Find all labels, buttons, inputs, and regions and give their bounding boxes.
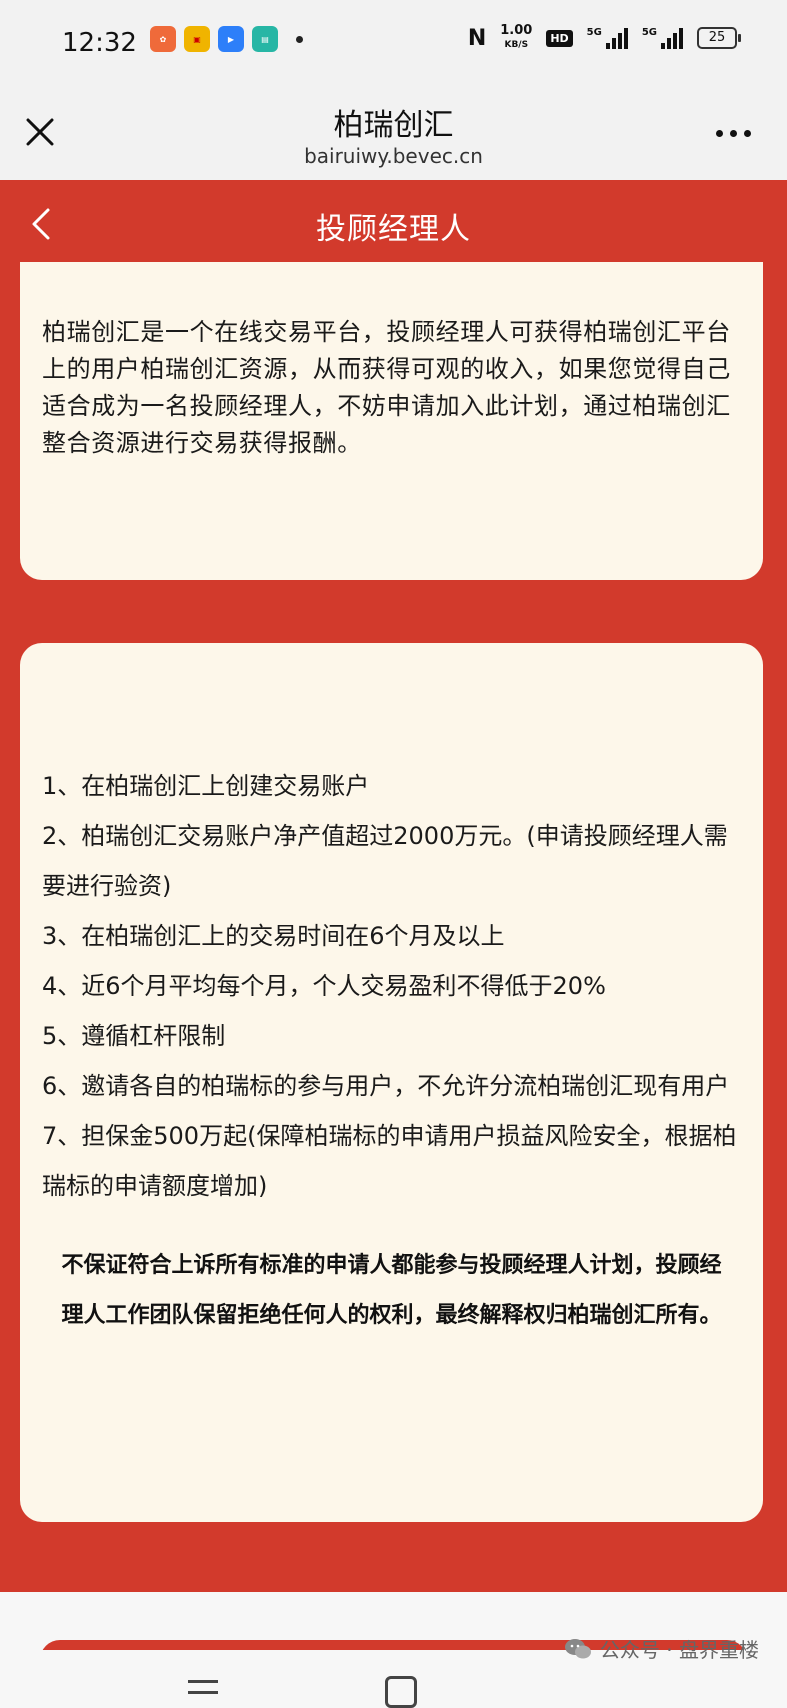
browser-page-title: 柏瑞创汇 [333, 108, 454, 143]
watermark-text: 公众号 · 盘界重楼 [599, 1638, 759, 1662]
nfc-icon: N [467, 25, 487, 51]
status-indicators: N 1.00 KB/S HD 5G 5G 25 [467, 24, 741, 52]
status-time: 12:32 [62, 28, 137, 58]
browser-url: bairuiwy.bevec.cn [304, 144, 483, 168]
signal-icon: 5G [642, 27, 683, 49]
network-speed: 1.00 KB/S [500, 24, 532, 52]
requirement-item: 2、柏瑞创汇交易账户净产值超过2000万元。(申请投顾经理人需要进行验资) [42, 822, 728, 900]
wechat-icon [564, 1638, 591, 1658]
battery-icon: 25 [697, 27, 741, 49]
requirements-card: 1、在柏瑞创汇上创建交易账户 2、柏瑞创汇交易账户净产值超过2000万元。(申请… [20, 643, 763, 1522]
requirement-item: 5、遵循杠杆限制 [42, 1022, 226, 1050]
page-header: 投顾经理人 [0, 180, 787, 270]
signal-icon: 5G [587, 27, 628, 49]
requirement-item: 7、担保金500万起(保障柏瑞标的申请用户损益风险安全，根据柏瑞标的申请额度增加… [42, 1122, 737, 1200]
signal-label: 5G [586, 27, 602, 38]
network-speed-value: 1.00 [500, 23, 533, 38]
requirement-item: 1、在柏瑞创汇上创建交易账户 [42, 772, 370, 800]
requirement-item: 4、近6个月平均每个月，个人交易盈利不得低于20% [42, 972, 606, 1000]
hd-voice-icon: HD [546, 29, 573, 47]
signal-label: 5G [641, 27, 657, 38]
more-icon[interactable] [716, 130, 751, 137]
app-notification-icon: ▶ [218, 26, 244, 52]
page-title: 投顾经理人 [316, 212, 471, 247]
watermark: 公众号 · 盘界重楼 [564, 1634, 759, 1663]
app-notification-icon: ▤ [252, 26, 278, 52]
disclaimer-text: 不保证符合上诉所有标准的申请人都能参与投顾经理人计划，投顾经理人工作团队保留拒绝… [61, 1253, 722, 1328]
intro-card: 柏瑞创汇是一个在线交易平台，投顾经理人可获得柏瑞创汇平台上的用户柏瑞创汇资源，从… [20, 262, 763, 580]
network-speed-unit: KB/S [504, 40, 529, 50]
requirement-item: 3、在柏瑞创汇上的交易时间在6个月及以上 [42, 922, 505, 950]
intro-text: 柏瑞创汇是一个在线交易平台，投顾经理人可获得柏瑞创汇平台上的用户柏瑞创汇资源，从… [42, 318, 731, 457]
app-notification-icon: ✿ [150, 26, 176, 52]
requirement-item: 6、邀请各自的柏瑞标的参与用户，不允许分流柏瑞创汇现有用户 [42, 1072, 730, 1100]
home-icon[interactable] [385, 1676, 417, 1708]
more-notifications-icon [296, 35, 303, 43]
recent-apps-icon[interactable] [188, 1680, 218, 1702]
notification-icons: ✿ ▣ ▶ ▤ [150, 26, 303, 52]
app-notification-icon: ▣ [184, 26, 210, 52]
status-bar: 12:32 ✿ ▣ ▶ ▤ N 1.00 KB/S HD 5G 5G 25 [0, 0, 787, 90]
requirements-list: 1、在柏瑞创汇上创建交易账户 2、柏瑞创汇交易账户净产值超过2000万元。(申请… [42, 761, 741, 1211]
